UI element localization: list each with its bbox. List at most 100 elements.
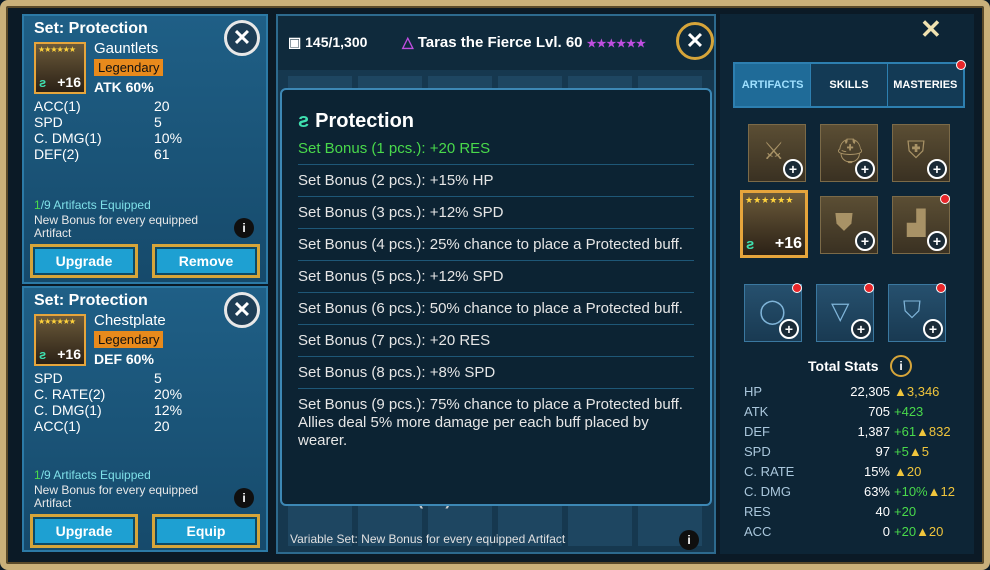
substat-label: DEF(2) (34, 146, 80, 162)
close-icon[interactable]: ✕ (920, 14, 942, 45)
stat-label: SPD (744, 444, 771, 459)
upgrade-button[interactable]: Upgrade (30, 514, 138, 548)
protection-set-icon: ƨ (39, 347, 47, 362)
stat-bonus: +20 (894, 504, 917, 519)
amulet-slot[interactable]: ▽ + (816, 284, 874, 342)
equip-button[interactable]: Equip (152, 514, 260, 548)
shield-slot[interactable]: ⛨ + (892, 124, 950, 182)
stat-bonus: ▲3,346 (894, 384, 940, 399)
card-set-title: Set: Protection (34, 20, 148, 37)
plus-icon: + (851, 319, 871, 339)
set-bonus-line: Set Bonus (2 pcs.): +15% HP (298, 165, 694, 197)
bonus-note: New Bonus for every equipped Artifact (34, 213, 199, 240)
gear-tabs: ARTIFACTS SKILLS MASTERIES (733, 62, 965, 108)
equipped-count: 1/9 Artifacts Equipped (34, 198, 151, 212)
gauntlets-slot[interactable]: ★★★★★★ ƨ +16 (740, 190, 808, 258)
chestplate-artifact-icon: ★★★★★★ ƨ +16 (34, 314, 86, 366)
total-stat-row: SPD 97 +5▲5 (744, 444, 964, 464)
equipped-count: 1/9 Artifacts Equipped (34, 468, 151, 482)
substat-label: ACC(1) (34, 418, 81, 434)
notification-dot (956, 60, 966, 70)
main-stat: DEF 60% (94, 351, 154, 367)
stat-label: ATK (744, 404, 769, 419)
stat-bonus: +20▲20 (894, 524, 944, 539)
set-bonus-line: Set Bonus (4 pcs.): 25% chance to place … (298, 229, 694, 261)
protection-set-icon: ƨ (39, 75, 47, 90)
artifact-name: Chestplate (94, 312, 166, 329)
set-bonus-line: Set Bonus (6 pcs.): 50% chance to place … (298, 293, 694, 325)
set-bonus-line: Set Bonus (1 pcs.): +20 RES (298, 133, 694, 165)
total-stat-row: HP 22,305 ▲3,346 (744, 384, 964, 404)
artifact-card-chestplate: Set: Protection ✕ ★★★★★★ ƨ +16 Chestplat… (22, 286, 268, 552)
stat-bonus: +61▲832 (894, 424, 951, 439)
bonus-note: New Bonus for every equipped Artifact (34, 483, 199, 510)
stat-bonus: +10%▲12 (894, 484, 955, 499)
total-stat-row: ACC 0 +20▲20 (744, 524, 964, 544)
amulet-icon: ▽ (831, 298, 850, 325)
stat-label: C. DMG (744, 484, 791, 499)
stat-value: 705 (868, 404, 890, 419)
tooltip-title: ƨ Protection (298, 110, 415, 132)
close-icon[interactable]: ✕ (224, 20, 260, 56)
plus-icon: + (779, 319, 799, 339)
notification-dot (940, 194, 950, 204)
plus-icon: + (855, 231, 875, 251)
total-stat-row: DEF 1,387 +61▲832 (744, 424, 964, 444)
chest-icon: ▣ (288, 34, 306, 50)
substat-label: SPD (34, 370, 63, 386)
stat-bonus: ▲20 (894, 464, 922, 479)
weapon-icon: ⚔ (763, 138, 785, 165)
banner-slot[interactable]: ⛉ + (888, 284, 946, 342)
info-icon[interactable]: i (890, 355, 912, 377)
inventory-topbar: ▣ 145/1,300 △ Taras the Fierce Lvl. 60 ★… (278, 16, 714, 70)
info-icon[interactable]: i (234, 218, 254, 238)
total-stat-row: C. RATE 15% ▲20 (744, 464, 964, 484)
stat-value: 0 (882, 524, 890, 539)
substat-value: 5 (154, 370, 162, 386)
chestplate-slot[interactable]: ⛊ + (820, 196, 878, 254)
stat-value: 22,305 (850, 384, 890, 399)
boots-icon: ▟ (907, 210, 926, 237)
tab-masteries[interactable]: MASTERIES (887, 64, 963, 106)
plus-icon: + (927, 231, 947, 251)
plus-icon: + (927, 159, 947, 179)
substats: ACC(1) 20 SPD 5 C. DMG(1) 10% DEF(2) 61 (34, 98, 182, 162)
stat-label: ACC (744, 524, 772, 539)
weapon-slot[interactable]: ⚔ + (748, 124, 806, 182)
boots-slot[interactable]: ▟ + (892, 196, 950, 254)
rarity-badge: Legendary (94, 59, 164, 76)
set-bonus-line: Set Bonus (9 pcs.): 75% chance to place … (298, 396, 683, 449)
artifact-card-gauntlets: Set: Protection ✕ ★★★★★★ ƨ +16 Gauntlets… (22, 14, 268, 284)
stat-label: RES (744, 504, 771, 519)
helmet-slot[interactable]: ⛑ + (820, 124, 878, 182)
stat-value: 15% (863, 464, 890, 479)
info-icon[interactable]: i (679, 530, 699, 550)
artifact-level: +16 (57, 346, 81, 362)
substat-value: 20 (154, 98, 170, 114)
artifact-name: Gauntlets (94, 40, 159, 57)
info-icon[interactable]: i (234, 488, 254, 508)
notification-dot (792, 283, 802, 293)
remove-button[interactable]: Remove (152, 244, 260, 278)
total-stat-row: C. DMG 63% +10%▲12 (744, 484, 964, 504)
set-bonus-line: Set Bonus (8 pcs.): +8% SPD (298, 357, 694, 389)
ring-slot[interactable]: ◯ + (744, 284, 802, 342)
total-stat-row: ATK 705 +423 (744, 404, 964, 424)
tab-artifacts[interactable]: ARTIFACTS (735, 64, 812, 106)
substats: SPD 5 C. RATE(2) 20% C. DMG(1) 12% ACC(1) 20 (34, 370, 182, 434)
tab-skills[interactable]: SKILLS (811, 64, 888, 106)
notification-dot (936, 283, 946, 293)
chestplate-icon: ⛊ (835, 209, 853, 236)
protection-set-icon: ƨ (746, 236, 755, 253)
stat-value: 1,387 (857, 424, 890, 439)
set-bonus-tooltip: ƨ Protection Set Bonus (1 pcs.): +20 RES S… (280, 88, 712, 506)
plus-icon: + (855, 159, 875, 179)
substat-value: 61 (154, 146, 170, 162)
close-icon[interactable]: ✕ (224, 292, 260, 328)
substat-value: 5 (154, 114, 162, 130)
banner-icon: ⛉ (903, 297, 921, 324)
hero-title: △ Taras the Fierce Lvl. 60 ★★★★★★ (402, 34, 646, 51)
close-icon[interactable]: ✕ (676, 22, 714, 60)
stat-label: HP (744, 384, 763, 399)
upgrade-button[interactable]: Upgrade (30, 244, 138, 278)
